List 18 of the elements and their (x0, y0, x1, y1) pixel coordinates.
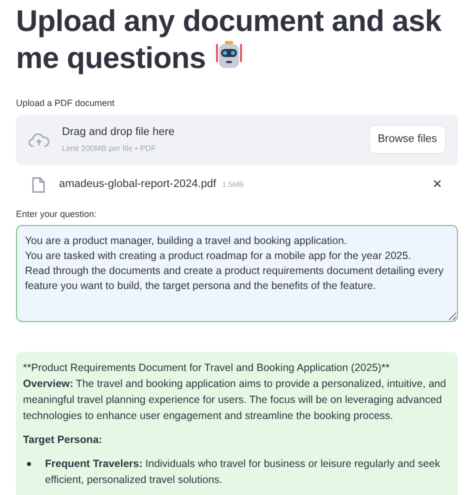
cloud-upload-icon (28, 132, 50, 148)
section-heading: Target Persona: (23, 433, 104, 448)
dropzone-title: Drag and drop file here (62, 125, 175, 140)
answer-overview: Overview: The travel and booking application aims to provide a personalized, intuitive, and meaningful travel planning experience for users. The focus will be on leveraging advanced technologies to enhance user engagement and streamline the booking process. (23, 377, 447, 424)
file-name: amadeus-global-report-2024.pdf (59, 177, 216, 192)
page-title: Upload any document and ask me questions (16, 4, 442, 77)
browse-files-button[interactable]: Browse files (368, 125, 446, 154)
file-icon (32, 176, 45, 192)
question-textarea[interactable]: You are a product manager, building a travel and booking application. You are tasked with creating a product roadmap for a mobile app for the year 2025. Read through the documents and create a product requirements document detailing every feature you want to build, the target persona and the benefits of the feature. (16, 225, 458, 322)
answer-heading: **Product Requirements Document for Travel and Booking Application (2025)** (23, 361, 391, 376)
upload-label: Upload a PDF document (16, 97, 116, 110)
robot-icon (214, 40, 244, 70)
file-dropzone[interactable]: Drag and drop file here Limit 200MB per file • PDF Browse files (16, 114, 458, 164)
question-label: Enter your question: (16, 208, 98, 221)
remove-file-button[interactable]: × (432, 176, 442, 192)
bullet-icon (27, 462, 31, 466)
bullet-text: Frequent Travelers: Individuals who travel for business or leisure regularly and seek efficient, personalized travel solutions. (45, 457, 442, 488)
dropzone-limit: Limit 200MB per file • PDF (62, 142, 157, 155)
